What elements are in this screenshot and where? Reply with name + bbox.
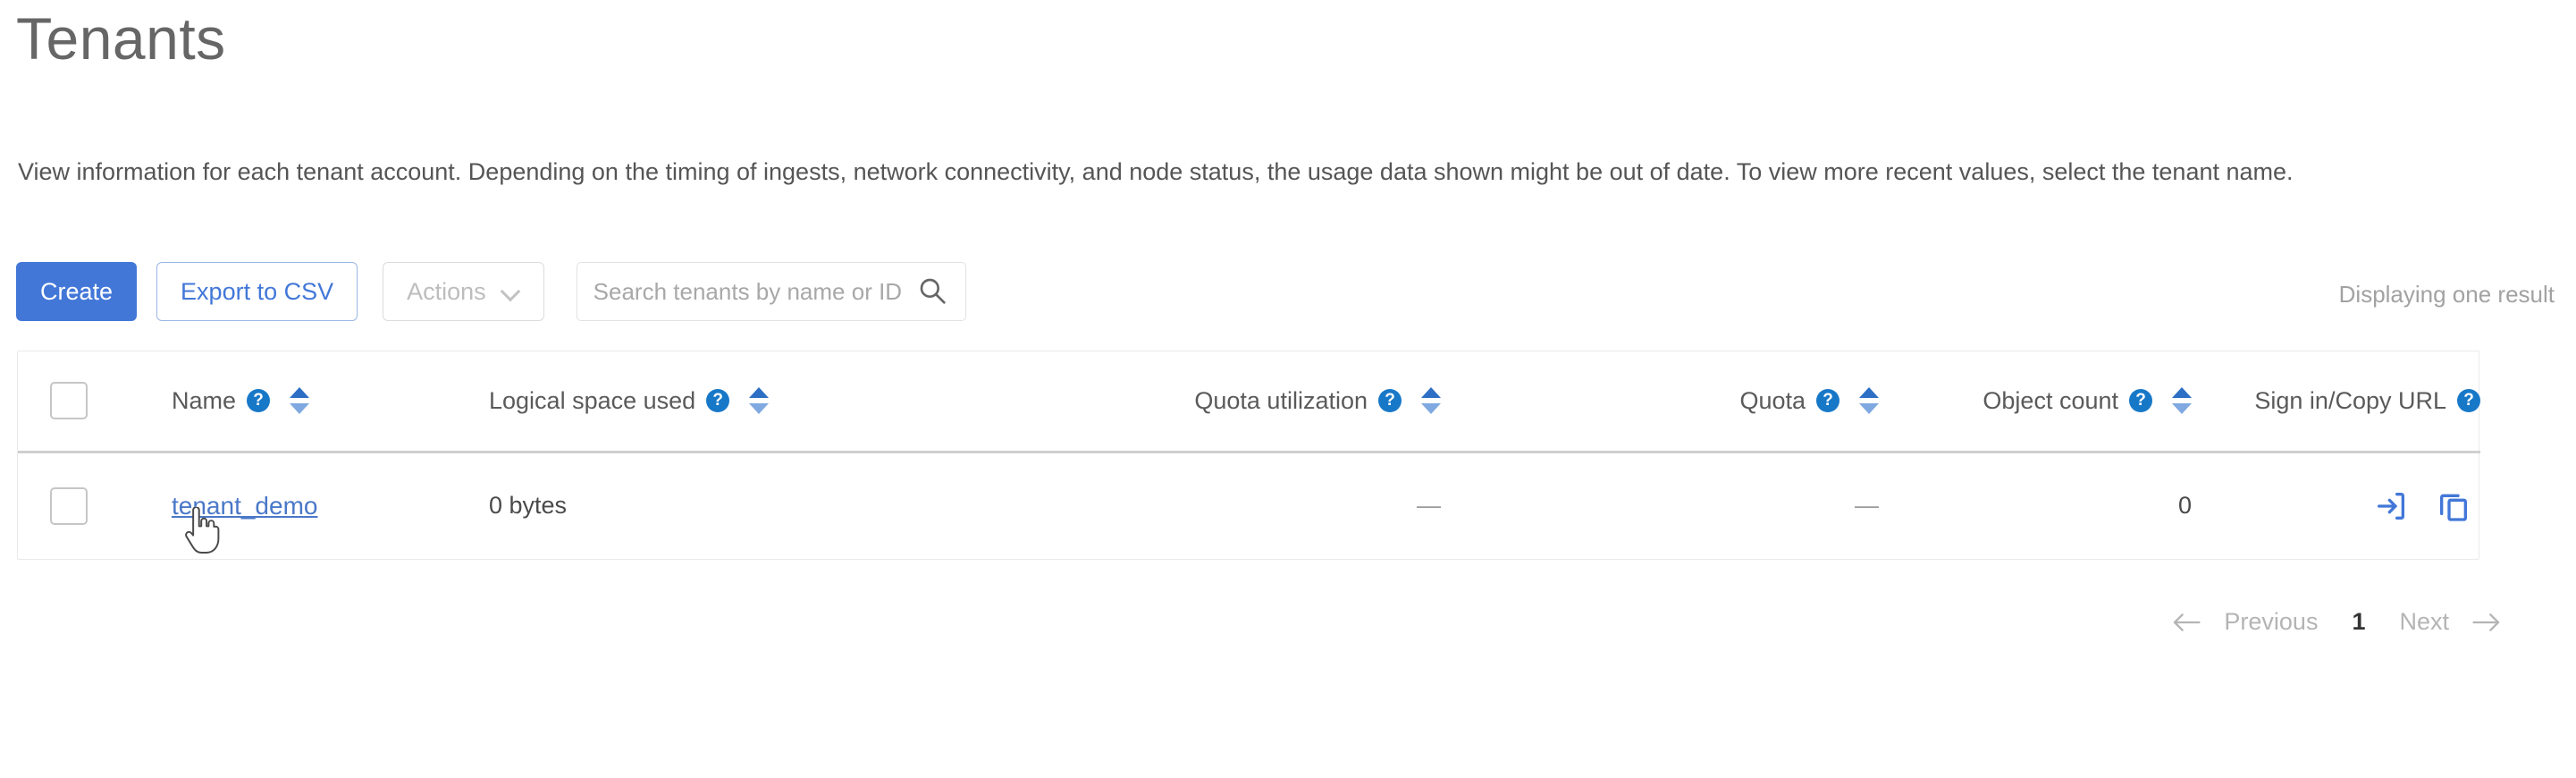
actions-label: Actions xyxy=(407,277,486,305)
row-object-count-cell: 0 xyxy=(1879,452,2192,559)
sort-icon-logical-space-used[interactable] xyxy=(749,385,770,416)
table-row[interactable]: tenant_demo 0 bytes — — 0 xyxy=(18,452,2480,559)
column-header-object-count: Object count ? xyxy=(1879,351,2192,453)
toolbar: Create Export to CSV Actions xyxy=(16,261,966,322)
help-icon-logical-space-used[interactable]: ? xyxy=(706,389,730,413)
sort-icon-name[interactable] xyxy=(290,385,310,416)
tenant-name-link[interactable]: tenant_demo xyxy=(172,492,317,520)
result-count-label: Displaying one result xyxy=(2338,281,2555,308)
select-all-header xyxy=(18,351,145,453)
page-number-1[interactable]: 1 xyxy=(2337,608,2379,636)
row-quota-utilization-cell: — xyxy=(958,452,1441,559)
sign-in-icon[interactable] xyxy=(2373,488,2409,524)
export-to-csv-button[interactable]: Export to CSV xyxy=(156,262,358,321)
page-title: Tenants xyxy=(16,5,226,72)
row-logical-space-used-cell: 0 bytes xyxy=(462,452,958,559)
column-label-quota-utilization: Quota utilization xyxy=(1194,386,1368,414)
quota-utilization-value: — xyxy=(1417,492,1441,520)
help-icon-sign-in-copy-url[interactable]: ? xyxy=(2457,389,2480,413)
help-icon-object-count[interactable]: ? xyxy=(2129,389,2152,413)
row-checkbox[interactable] xyxy=(50,486,88,525)
logical-space-used-value: 0 bytes xyxy=(489,492,568,520)
table-body: tenant_demo 0 bytes — — 0 xyxy=(18,452,2480,559)
copy-icon[interactable] xyxy=(2436,488,2471,524)
column-label-sign-in-copy-url: Sign in/Copy URL xyxy=(2254,386,2446,414)
column-label-logical-space-used: Logical space used xyxy=(489,386,696,414)
tenants-table: Name ? Logical space used ? Quota utiliz… xyxy=(17,351,2480,560)
column-label-object-count: Object count xyxy=(1983,386,2118,414)
page-description: View information for each tenant account… xyxy=(18,158,2294,185)
search-field-wrapper xyxy=(576,262,966,321)
arrow-right-icon[interactable] xyxy=(2469,609,2504,636)
column-header-logical-space-used: Logical space used ? xyxy=(462,351,958,453)
row-select-cell xyxy=(18,452,145,559)
tenants-page: Tenants View information for each tenant… xyxy=(0,0,2576,778)
help-icon-name[interactable]: ? xyxy=(247,389,271,413)
row-name-cell: tenant_demo xyxy=(145,452,462,559)
column-header-quota: Quota ? xyxy=(1441,351,1879,453)
column-header-sign-in-copy-url: Sign in/Copy URL ? xyxy=(2192,351,2480,453)
quota-value: — xyxy=(1855,492,1879,520)
table-header-row: Name ? Logical space used ? Quota utiliz… xyxy=(18,351,2480,453)
actions-dropdown-button[interactable]: Actions xyxy=(383,262,544,321)
column-header-quota-utilization: Quota utilization ? xyxy=(958,351,1441,453)
object-count-value: 0 xyxy=(2177,492,2192,520)
help-icon-quota-utilization[interactable]: ? xyxy=(1378,389,1402,413)
row-quota-cell: — xyxy=(1441,452,1879,559)
pagination: Previous 1 Next xyxy=(2168,608,2504,636)
create-button[interactable]: Create xyxy=(16,262,138,321)
select-all-checkbox[interactable] xyxy=(50,382,88,420)
sort-icon-quota[interactable] xyxy=(1859,385,1879,416)
column-label-name: Name xyxy=(172,386,237,414)
search-input[interactable] xyxy=(576,262,966,321)
help-icon-quota[interactable]: ? xyxy=(1816,389,1839,413)
sort-icon-object-count[interactable] xyxy=(2172,385,2192,416)
arrow-left-icon[interactable] xyxy=(2168,609,2204,636)
table-header: Name ? Logical space used ? Quota utiliz… xyxy=(18,351,2480,453)
next-page-button[interactable]: Next xyxy=(2379,608,2469,636)
chevron-down-icon xyxy=(502,283,520,300)
column-header-name: Name ? xyxy=(145,351,462,453)
sort-icon-quota-utilization[interactable] xyxy=(1421,385,1441,416)
search-icon[interactable] xyxy=(918,276,947,305)
column-label-quota: Quota xyxy=(1739,386,1806,414)
previous-page-button[interactable]: Previous xyxy=(2204,608,2337,636)
row-sign-in-copy-url-cell xyxy=(2192,452,2480,559)
